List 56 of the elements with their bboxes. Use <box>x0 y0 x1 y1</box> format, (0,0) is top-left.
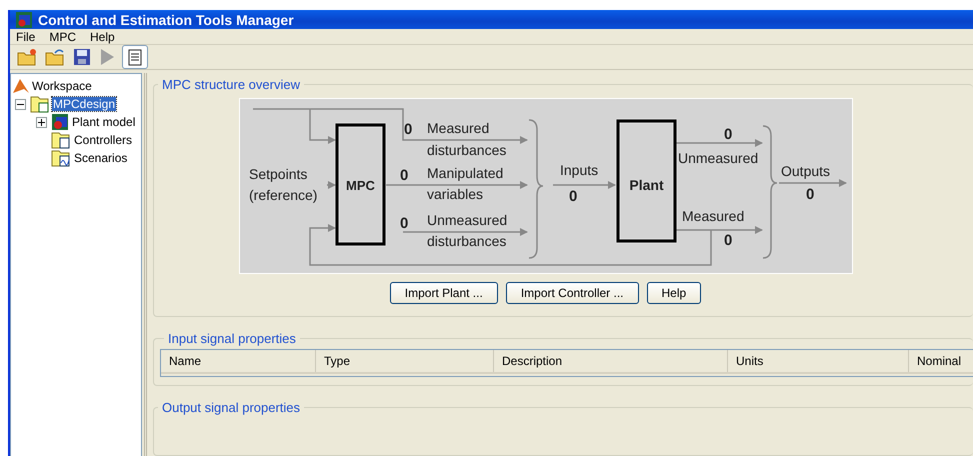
folder-icon <box>30 95 50 113</box>
signal-label: disturbances <box>426 142 506 158</box>
signal-label: Inputs <box>560 162 598 178</box>
import-button[interactable]: Import Plant ... <box>390 282 498 304</box>
group-title: Output signal properties <box>161 400 302 415</box>
tree-item[interactable]: Plant model <box>71 115 136 129</box>
signal-count: 0 <box>400 215 408 232</box>
expand-icon[interactable] <box>36 116 47 128</box>
signal-label: Unmeasured <box>678 150 758 166</box>
column-header[interactable]: Type <box>316 350 494 372</box>
signal-label: Manipulated <box>426 165 503 181</box>
outputs-arrow <box>778 179 846 187</box>
menu-item[interactable]: MPC <box>49 30 76 44</box>
menu-item[interactable]: File <box>16 30 36 44</box>
collapse-icon[interactable] <box>15 98 26 110</box>
new-folder-icon[interactable] <box>16 47 38 67</box>
menu-item[interactable]: Help <box>90 30 115 44</box>
signal-count: 0 <box>724 232 732 249</box>
scenario-folder-icon <box>51 149 71 167</box>
signal-label: variables <box>426 186 483 202</box>
import-button[interactable]: Import Controller ... <box>506 282 639 304</box>
column-header[interactable]: Nominal <box>909 350 973 372</box>
peak-icon <box>13 78 29 94</box>
tree-item[interactable]: Workspace <box>31 79 93 93</box>
controller-folder-icon <box>51 131 71 149</box>
block-label: Plant <box>628 177 664 193</box>
window-title: Control and Estimation Tools Manager <box>38 12 294 28</box>
signal-label: Measured <box>426 120 489 136</box>
group-title: MPC structure overview <box>161 77 301 92</box>
signal-label: Setpoints <box>248 166 307 182</box>
group-title: Input signal properties <box>167 331 297 346</box>
block-label: MPC <box>346 178 374 193</box>
signal-count: 0 <box>400 167 408 184</box>
tree-item[interactable]: Controllers <box>73 133 134 147</box>
signal-count: 0 <box>806 186 814 203</box>
open-folder-icon[interactable] <box>44 47 66 67</box>
plant-icon <box>51 113 69 131</box>
setpoint-arrow <box>326 181 336 189</box>
signal-label: (reference) <box>248 187 317 203</box>
signal-count: 0 <box>404 121 412 138</box>
save-icon[interactable] <box>72 47 92 67</box>
notes-icon[interactable] <box>122 45 148 69</box>
column-header[interactable]: Description <box>494 350 728 372</box>
help-button[interactable]: Help <box>646 282 702 304</box>
tree-item[interactable]: MPCdesign <box>52 97 116 111</box>
column-header[interactable]: Name <box>161 350 316 372</box>
signal-count: 0 <box>724 126 732 143</box>
tree-item[interactable]: Scenarios <box>73 151 128 165</box>
signal-label: Measured <box>682 208 744 224</box>
inputs-arrow <box>552 181 616 189</box>
signal-count: 0 <box>568 188 577 205</box>
column-header[interactable]: Units <box>728 350 909 372</box>
signal-label: Outputs <box>780 163 830 179</box>
app-icon <box>16 12 32 28</box>
signal-label: disturbances <box>426 233 506 249</box>
signal-label: Unmeasured <box>426 212 507 228</box>
